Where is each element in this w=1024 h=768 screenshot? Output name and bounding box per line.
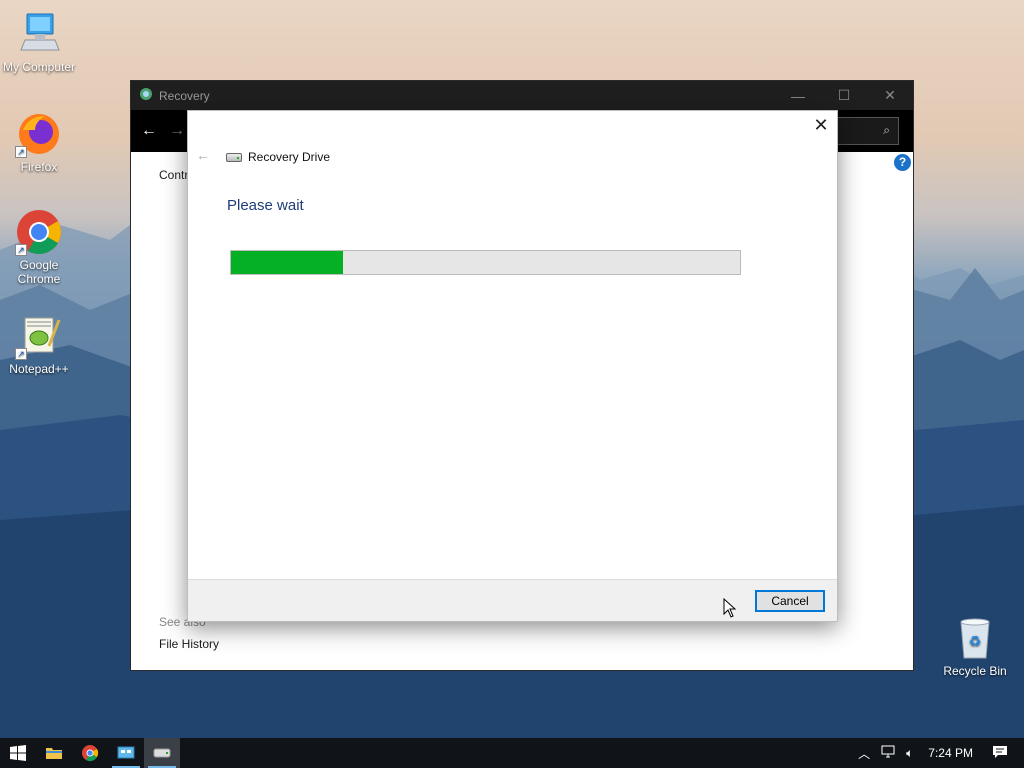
shortcut-arrow-icon: ↗ xyxy=(15,244,27,256)
maximize-button[interactable]: ☐ xyxy=(821,81,867,110)
network-icon[interactable] xyxy=(875,745,901,762)
back-arrow-icon[interactable]: ← xyxy=(141,122,169,140)
shortcut-arrow-icon: ↗ xyxy=(15,146,27,158)
system-tray: ︿ 🔈︎ 7:24 PM xyxy=(853,738,1024,768)
control-panel-link[interactable]: Contr xyxy=(159,168,188,182)
drive-icon xyxy=(153,748,171,758)
desktop-icon-label: Firefox xyxy=(20,160,58,174)
taskbar-recovery-drive[interactable] xyxy=(144,738,180,768)
mouse-cursor-icon xyxy=(723,598,737,618)
taskbar-chrome[interactable] xyxy=(72,738,108,768)
notepadpp-icon: ↗ xyxy=(15,312,63,360)
desktop-icon-label: My Computer xyxy=(2,60,76,74)
recycle-bin-icon: ♻ xyxy=(951,614,999,662)
shield-icon xyxy=(139,87,153,104)
window-title: Recovery xyxy=(159,88,210,103)
desktop-icon-chrome[interactable]: ↗ Google Chrome xyxy=(1,208,77,286)
progress-bar xyxy=(230,250,741,275)
chrome-icon xyxy=(82,745,99,762)
volume-icon[interactable]: 🔈︎ xyxy=(901,746,918,761)
taskbar-control-panel[interactable] xyxy=(108,738,144,768)
folder-icon xyxy=(46,748,62,759)
control-panel-icon xyxy=(117,746,135,759)
search-box[interactable]: ⌕ xyxy=(829,117,899,145)
desktop-icon-label: Google Chrome xyxy=(17,258,61,286)
dialog-footer: Cancel xyxy=(188,579,837,621)
taskbar: ︿ 🔈︎ 7:24 PM xyxy=(0,738,1024,768)
desktop-icon-my-computer[interactable]: My Computer xyxy=(1,10,77,74)
desktop-icon-label: Notepad++ xyxy=(9,362,69,376)
close-button[interactable]: ✕ xyxy=(867,81,913,110)
cancel-button[interactable]: Cancel xyxy=(755,590,825,612)
window-titlebar[interactable]: Recovery — ☐ ✕ xyxy=(131,81,913,110)
clock[interactable]: 7:24 PM xyxy=(918,746,987,760)
taskbar-file-explorer[interactable] xyxy=(36,738,72,768)
progress-fill xyxy=(231,251,343,274)
close-icon[interactable]: ✕ xyxy=(813,116,829,134)
file-history-link[interactable]: File History xyxy=(159,637,219,651)
minimize-button[interactable]: — xyxy=(775,81,821,110)
notification-icon[interactable] xyxy=(987,745,1024,762)
status-heading: Please wait xyxy=(227,197,304,214)
chrome-icon: ↗ xyxy=(15,208,63,256)
help-icon[interactable]: ? xyxy=(894,154,911,171)
drive-icon xyxy=(226,152,242,162)
start-button[interactable] xyxy=(0,738,36,768)
dialog-title: Recovery Drive xyxy=(248,150,331,164)
shortcut-arrow-icon: ↗ xyxy=(15,348,27,360)
svg-text:♻: ♻ xyxy=(969,634,982,650)
desktop-icon-label: Recycle Bin xyxy=(943,664,1007,678)
computer-icon xyxy=(15,10,63,58)
search-icon: ⌕ xyxy=(883,123,890,137)
chevron-up-icon[interactable]: ︿ xyxy=(853,745,875,762)
desktop-icon-recycle-bin[interactable]: ♻ Recycle Bin xyxy=(937,614,1013,678)
back-arrow-icon[interactable]: ← xyxy=(196,147,210,163)
desktop-icon-notepadpp[interactable]: ↗ Notepad++ xyxy=(1,312,77,376)
recovery-drive-dialog: ✕ ← Recovery Drive Please wait Cancel xyxy=(187,110,838,622)
dialog-header: Recovery Drive xyxy=(226,150,330,164)
desktop-icon-firefox[interactable]: ↗ Firefox xyxy=(1,110,77,174)
windows-logo-icon xyxy=(10,745,26,761)
firefox-icon: ↗ xyxy=(15,110,63,158)
